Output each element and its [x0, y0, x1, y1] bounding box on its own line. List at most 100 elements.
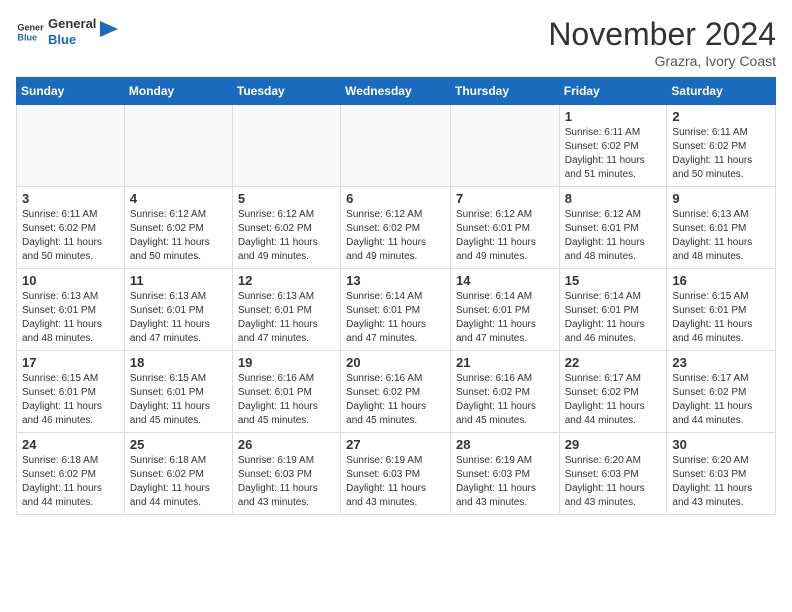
day-info: Sunrise: 6:11 AM Sunset: 6:02 PM Dayligh…: [565, 126, 662, 182]
calendar-header-tuesday: Tuesday: [232, 78, 340, 105]
svg-text:Blue: Blue: [17, 32, 37, 42]
logo-icon: General Blue: [16, 18, 44, 46]
day-info: Sunrise: 6:19 AM Sunset: 6:03 PM Dayligh…: [456, 454, 554, 510]
day-number: 28: [456, 437, 554, 452]
day-number: 14: [456, 273, 554, 288]
calendar-cell: 14 Sunrise: 6:14 AM Sunset: 6:01 PM Dayli…: [450, 269, 559, 351]
day-number: 20: [346, 355, 445, 370]
day-info: Sunrise: 6:13 AM Sunset: 6:01 PM Dayligh…: [238, 290, 335, 346]
calendar-header-wednesday: Wednesday: [341, 78, 451, 105]
day-number: 18: [130, 355, 227, 370]
calendar-cell: 12 Sunrise: 6:13 AM Sunset: 6:01 PM Dayli…: [232, 269, 340, 351]
calendar-cell: 16Sunrise: 6:15 AM Sunset: 6:01 PM Dayli…: [667, 269, 776, 351]
day-number: 13: [346, 273, 445, 288]
calendar-cell: 20 Sunrise: 6:16 AM Sunset: 6:02 PM Dayli…: [341, 351, 451, 433]
calendar-cell: 15 Sunrise: 6:14 AM Sunset: 6:01 PM Dayli…: [559, 269, 667, 351]
day-number: 8: [565, 191, 662, 206]
day-number: 7: [456, 191, 554, 206]
calendar-header-sunday: Sunday: [17, 78, 125, 105]
day-number: 22: [565, 355, 662, 370]
calendar-cell: [232, 105, 340, 187]
day-info: Sunrise: 6:11 AM Sunset: 6:02 PM Dayligh…: [672, 126, 770, 182]
calendar-week-row: 3 Sunrise: 6:11 AM Sunset: 6:02 PM Daylig…: [17, 187, 776, 269]
calendar-cell: 29Sunrise: 6:20 AM Sunset: 6:03 PM Dayli…: [559, 433, 667, 515]
day-number: 6: [346, 191, 445, 206]
calendar-week-row: 1 Sunrise: 6:11 AM Sunset: 6:02 PM Daylig…: [17, 105, 776, 187]
day-info: Sunrise: 6:14 AM Sunset: 6:01 PM Dayligh…: [565, 290, 662, 346]
calendar-cell: 22 Sunrise: 6:17 AM Sunset: 6:02 PM Dayli…: [559, 351, 667, 433]
day-info: Sunrise: 6:17 AM Sunset: 6:02 PM Dayligh…: [672, 372, 770, 428]
calendar-header-row: SundayMondayTuesdayWednesdayThursdayFrid…: [17, 78, 776, 105]
day-number: 12: [238, 273, 335, 288]
day-number: 27: [346, 437, 445, 452]
day-number: 26: [238, 437, 335, 452]
calendar-header-monday: Monday: [124, 78, 232, 105]
title-area: November 2024 Grazra, Ivory Coast: [548, 16, 776, 69]
calendar-week-row: 10 Sunrise: 6:13 AM Sunset: 6:01 PM Dayli…: [17, 269, 776, 351]
calendar-header-friday: Friday: [559, 78, 667, 105]
calendar-cell: 6Sunrise: 6:12 AM Sunset: 6:02 PM Daylig…: [341, 187, 451, 269]
day-number: 21: [456, 355, 554, 370]
day-number: 24: [22, 437, 119, 452]
calendar-cell: 26 Sunrise: 6:19 AM Sunset: 6:03 PM Dayli…: [232, 433, 340, 515]
calendar-cell: 13 Sunrise: 6:14 AM Sunset: 6:01 PM Dayli…: [341, 269, 451, 351]
calendar-week-row: 24 Sunrise: 6:18 AM Sunset: 6:02 PM Dayli…: [17, 433, 776, 515]
calendar-header-thursday: Thursday: [450, 78, 559, 105]
logo: General Blue General Blue: [16, 16, 118, 47]
calendar-cell: [17, 105, 125, 187]
logo-line2: Blue: [48, 32, 96, 48]
calendar-cell: 3 Sunrise: 6:11 AM Sunset: 6:02 PM Daylig…: [17, 187, 125, 269]
calendar-cell: [341, 105, 451, 187]
day-number: 9: [672, 191, 770, 206]
day-info: Sunrise: 6:12 AM Sunset: 6:02 PM Dayligh…: [238, 208, 335, 264]
day-number: 5: [238, 191, 335, 206]
day-info: Sunrise: 6:14 AM Sunset: 6:01 PM Dayligh…: [456, 290, 554, 346]
day-info: Sunrise: 6:19 AM Sunset: 6:03 PM Dayligh…: [346, 454, 445, 510]
month-title: November 2024: [548, 16, 776, 53]
day-info: Sunrise: 6:16 AM Sunset: 6:02 PM Dayligh…: [346, 372, 445, 428]
day-number: 25: [130, 437, 227, 452]
calendar-cell: 23 Sunrise: 6:17 AM Sunset: 6:02 PM Dayli…: [667, 351, 776, 433]
day-info: Sunrise: 6:11 AM Sunset: 6:02 PM Dayligh…: [22, 208, 119, 264]
day-info: Sunrise: 6:16 AM Sunset: 6:01 PM Dayligh…: [238, 372, 335, 428]
day-info: Sunrise: 6:16 AM Sunset: 6:02 PM Dayligh…: [456, 372, 554, 428]
calendar-cell: 27 Sunrise: 6:19 AM Sunset: 6:03 PM Dayli…: [341, 433, 451, 515]
day-info: Sunrise: 6:12 AM Sunset: 6:01 PM Dayligh…: [456, 208, 554, 264]
logo-line1: General: [48, 16, 96, 32]
location: Grazra, Ivory Coast: [548, 53, 776, 69]
calendar-cell: 1 Sunrise: 6:11 AM Sunset: 6:02 PM Daylig…: [559, 105, 667, 187]
calendar-cell: 24Sunrise: 6:18 AM Sunset: 6:02 PM Dayli…: [17, 433, 125, 515]
day-info: Sunrise: 6:15 AM Sunset: 6:01 PM Dayligh…: [22, 372, 119, 428]
calendar-cell: 5 Sunrise: 6:12 AM Sunset: 6:02 PM Daylig…: [232, 187, 340, 269]
day-number: 4: [130, 191, 227, 206]
calendar-cell: [450, 105, 559, 187]
day-info: Sunrise: 6:13 AM Sunset: 6:01 PM Dayligh…: [672, 208, 770, 264]
calendar-cell: 18 Sunrise: 6:15 AM Sunset: 6:01 PM Dayli…: [124, 351, 232, 433]
logo-triangle-icon: [100, 21, 118, 43]
day-info: Sunrise: 6:14 AM Sunset: 6:01 PM Dayligh…: [346, 290, 445, 346]
calendar-cell: 8Sunrise: 6:12 AM Sunset: 6:01 PM Daylig…: [559, 187, 667, 269]
day-info: Sunrise: 6:19 AM Sunset: 6:03 PM Dayligh…: [238, 454, 335, 510]
day-info: Sunrise: 6:17 AM Sunset: 6:02 PM Dayligh…: [565, 372, 662, 428]
day-info: Sunrise: 6:18 AM Sunset: 6:02 PM Dayligh…: [130, 454, 227, 510]
day-info: Sunrise: 6:12 AM Sunset: 6:02 PM Dayligh…: [130, 208, 227, 264]
day-number: 1: [565, 109, 662, 124]
day-info: Sunrise: 6:13 AM Sunset: 6:01 PM Dayligh…: [22, 290, 119, 346]
day-info: Sunrise: 6:20 AM Sunset: 6:03 PM Dayligh…: [672, 454, 770, 510]
day-number: 23: [672, 355, 770, 370]
calendar-cell: 11Sunrise: 6:13 AM Sunset: 6:01 PM Dayli…: [124, 269, 232, 351]
calendar-cell: 10 Sunrise: 6:13 AM Sunset: 6:01 PM Dayli…: [17, 269, 125, 351]
calendar-cell: 25 Sunrise: 6:18 AM Sunset: 6:02 PM Dayli…: [124, 433, 232, 515]
day-number: 17: [22, 355, 119, 370]
day-info: Sunrise: 6:15 AM Sunset: 6:01 PM Dayligh…: [130, 372, 227, 428]
day-info: Sunrise: 6:13 AM Sunset: 6:01 PM Dayligh…: [130, 290, 227, 346]
day-number: 3: [22, 191, 119, 206]
calendar-cell: 30 Sunrise: 6:20 AM Sunset: 6:03 PM Dayli…: [667, 433, 776, 515]
day-number: 10: [22, 273, 119, 288]
calendar-week-row: 17 Sunrise: 6:15 AM Sunset: 6:01 PM Dayli…: [17, 351, 776, 433]
day-number: 30: [672, 437, 770, 452]
day-number: 29: [565, 437, 662, 452]
day-number: 15: [565, 273, 662, 288]
page-header: General Blue General Blue November 2024 …: [16, 16, 776, 69]
day-number: 2: [672, 109, 770, 124]
